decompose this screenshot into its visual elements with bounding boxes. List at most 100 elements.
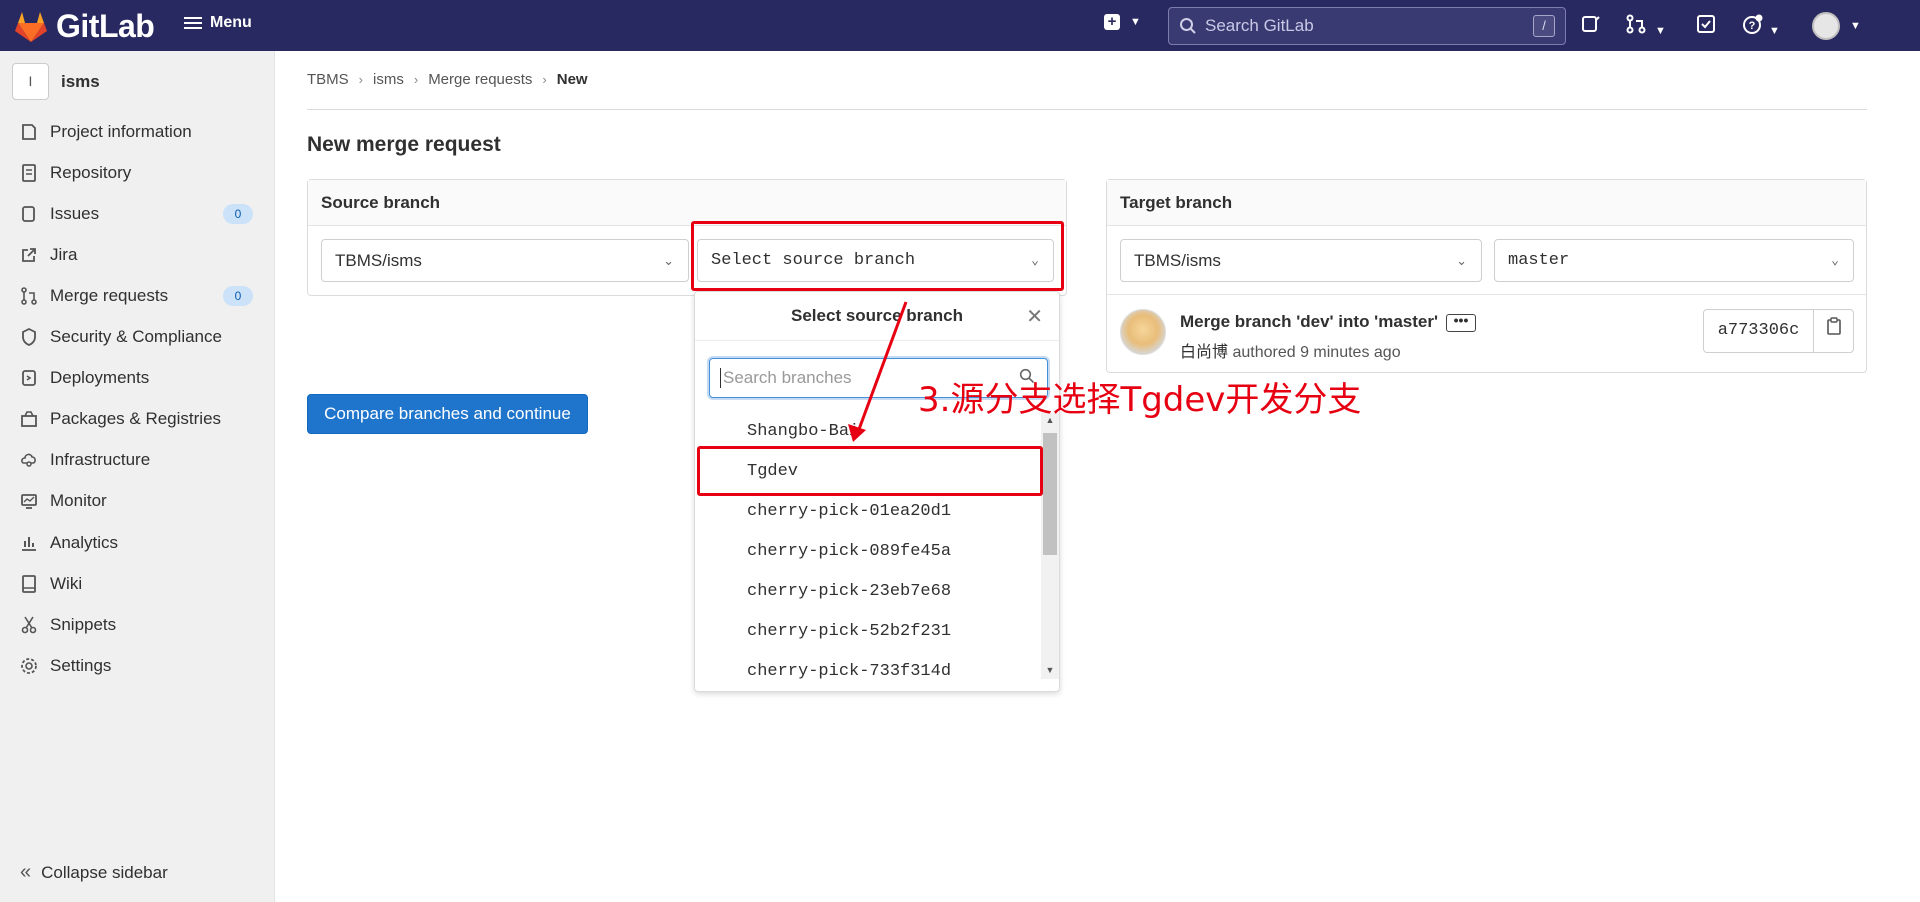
commit-author[interactable]: 白尚博	[1180, 344, 1228, 361]
sidebar-item-merge-requests[interactable]: Merge requests 0	[0, 278, 275, 314]
sidebar-item-wiki[interactable]: Wiki	[0, 566, 275, 602]
breadcrumb-item[interactable]: Merge requests	[428, 71, 532, 88]
sidebar-item-label: Jira	[50, 245, 78, 264]
page-scrollbar[interactable]	[1902, 51, 1920, 902]
sidebar-item-label: Issues	[50, 204, 100, 223]
commit-time: authored 9 minutes ago	[1232, 344, 1401, 361]
sidebar-item-analytics[interactable]: Analytics	[0, 525, 275, 561]
target-project-value: TBMS/isms	[1134, 250, 1221, 270]
sidebar-item-monitor[interactable]: Monitor	[0, 483, 275, 519]
commit-author-avatar[interactable]	[1120, 309, 1166, 355]
monitor-icon	[20, 492, 38, 510]
page-title: New merge request	[307, 133, 501, 156]
scroll-down-arrow-icon[interactable]: ▼	[1041, 665, 1059, 675]
sidebar-item-label: Security & Compliance	[50, 327, 222, 346]
annotation-text: 3.源分支选择Tgdev开发分支	[918, 380, 1362, 420]
chevron-down-icon: ▼	[1130, 16, 1141, 28]
svg-text:?: ?	[1749, 20, 1756, 32]
search-input[interactable]: Search GitLab /	[1168, 7, 1566, 45]
text-cursor	[720, 368, 721, 388]
commit-title[interactable]: Merge branch 'dev' into 'master' •••	[1180, 312, 1477, 332]
sidebar-item-label: Infrastructure	[50, 450, 151, 469]
commit-expand-button[interactable]: •••	[1446, 313, 1477, 332]
sidebar-item-project-information[interactable]: Project information	[0, 114, 275, 150]
breadcrumb-current[interactable]: New	[557, 71, 588, 88]
branch-option[interactable]: cherry-pick-01ea20d1	[747, 502, 951, 521]
search-placeholder: Search GitLab	[1205, 16, 1314, 35]
sidebar-item-label: Merge requests	[50, 286, 169, 305]
chevron-down-icon: ▼	[1655, 25, 1666, 37]
source-branch-heading: Source branch	[308, 180, 1066, 226]
divider	[1107, 294, 1866, 295]
logo-text: GitLab	[56, 8, 155, 44]
infrastructure-icon	[20, 451, 38, 469]
sidebar-item-label: Wiki	[50, 574, 83, 593]
menu-scrollbar[interactable]: ▲ ▼	[1041, 413, 1059, 679]
collapse-sidebar-button[interactable]: « Collapse sidebar	[20, 861, 168, 884]
branch-option[interactable]: cherry-pick-089fe45a	[747, 542, 951, 561]
sidebar-item-label: Analytics	[50, 533, 119, 552]
clipboard-icon	[1826, 317, 1841, 335]
breadcrumb-item[interactable]: isms	[373, 71, 404, 88]
commit-sha[interactable]: a773306c	[1704, 310, 1814, 352]
chevron-down-icon: ⌄	[1831, 253, 1839, 268]
branch-option[interactable]: cherry-pick-23eb7e68	[747, 582, 951, 601]
sidebar-item-packages-registries[interactable]: Packages & Registries	[0, 401, 275, 437]
divider	[307, 109, 1867, 110]
target-branch-dropdown[interactable]: master ⌄	[1494, 239, 1854, 282]
issues-icon	[20, 205, 38, 223]
sidebar-item-settings[interactable]: Settings	[0, 648, 275, 684]
sidebar-item-deployments[interactable]: Deployments	[0, 360, 275, 396]
chevron-down-icon[interactable]: ▼	[1850, 20, 1861, 32]
gitlab-logo[interactable]: GitLab	[14, 8, 155, 45]
sidebar-item-label: Project information	[50, 122, 192, 141]
source-project-dropdown[interactable]: TBMS/isms ⌄	[321, 239, 689, 282]
new-dropdown-button[interactable]: + ▼	[1104, 14, 1141, 30]
compare-branches-button[interactable]: Compare branches and continue	[307, 394, 588, 434]
sidebar-item-issues[interactable]: Issues 0	[0, 196, 275, 232]
merge-requests-nav-icon[interactable]: ▼	[1626, 14, 1666, 39]
sidebar-item-infrastructure[interactable]: Infrastructure	[0, 442, 275, 478]
menu-button[interactable]: Menu	[184, 14, 252, 32]
package-icon	[20, 410, 38, 428]
project-header[interactable]: I isms	[12, 63, 100, 100]
sidebar-item-security-compliance[interactable]: Security & Compliance	[0, 319, 275, 355]
branch-option[interactable]: cherry-pick-733f314d	[747, 662, 951, 681]
commit-sha-group: a773306c	[1703, 309, 1854, 353]
copy-sha-button[interactable]	[1814, 310, 1853, 352]
breadcrumb-item[interactable]: TBMS	[307, 71, 349, 88]
todo-nav-icon[interactable]	[1696, 14, 1716, 39]
chevron-right-icon: ›	[542, 72, 547, 87]
sidebar-item-label: Monitor	[50, 491, 107, 510]
analytics-icon	[20, 534, 38, 552]
branch-option[interactable]: cherry-pick-52b2f231	[747, 622, 951, 641]
project-name: isms	[61, 71, 100, 91]
repository-icon	[20, 164, 38, 182]
branch-search-placeholder: Search branches	[723, 368, 852, 387]
branch-option[interactable]: Shangbo-Bai	[747, 422, 859, 441]
project-sidebar: I isms Project information Repository Is…	[0, 51, 275, 902]
sidebar-item-label: Settings	[50, 656, 112, 675]
sidebar-item-repository[interactable]: Repository	[0, 155, 275, 191]
chevron-down-icon: ⌄	[663, 252, 674, 268]
close-icon[interactable]: ✕	[1026, 304, 1043, 329]
external-link-icon	[20, 246, 38, 264]
merge-request-icon	[20, 287, 38, 305]
commit-title-text[interactable]: Merge branch 'dev' into 'master'	[1180, 312, 1438, 331]
shield-icon	[20, 328, 38, 346]
book-icon	[20, 575, 38, 593]
sidebar-item-label: Snippets	[50, 615, 117, 634]
issues-nav-icon[interactable]	[1580, 14, 1600, 39]
chevron-right-icon: ›	[413, 72, 419, 87]
sidebar-item-jira[interactable]: Jira	[0, 237, 275, 273]
target-project-dropdown[interactable]: TBMS/isms ⌄	[1120, 239, 1482, 282]
top-navbar: GitLab Menu + ▼ Search GitLab / ▼ ? ▼ ▼	[0, 0, 1920, 51]
help-nav-icon[interactable]: ? ▼	[1742, 14, 1780, 39]
user-avatar[interactable]	[1812, 12, 1840, 40]
scrollbar-thumb[interactable]	[1043, 433, 1057, 555]
snippet-icon	[20, 616, 38, 634]
sidebar-item-label: Deployments	[50, 368, 150, 387]
search-icon	[1180, 18, 1196, 34]
sidebar-item-snippets[interactable]: Snippets	[0, 607, 275, 643]
menu-title: Select source branch	[791, 306, 963, 325]
